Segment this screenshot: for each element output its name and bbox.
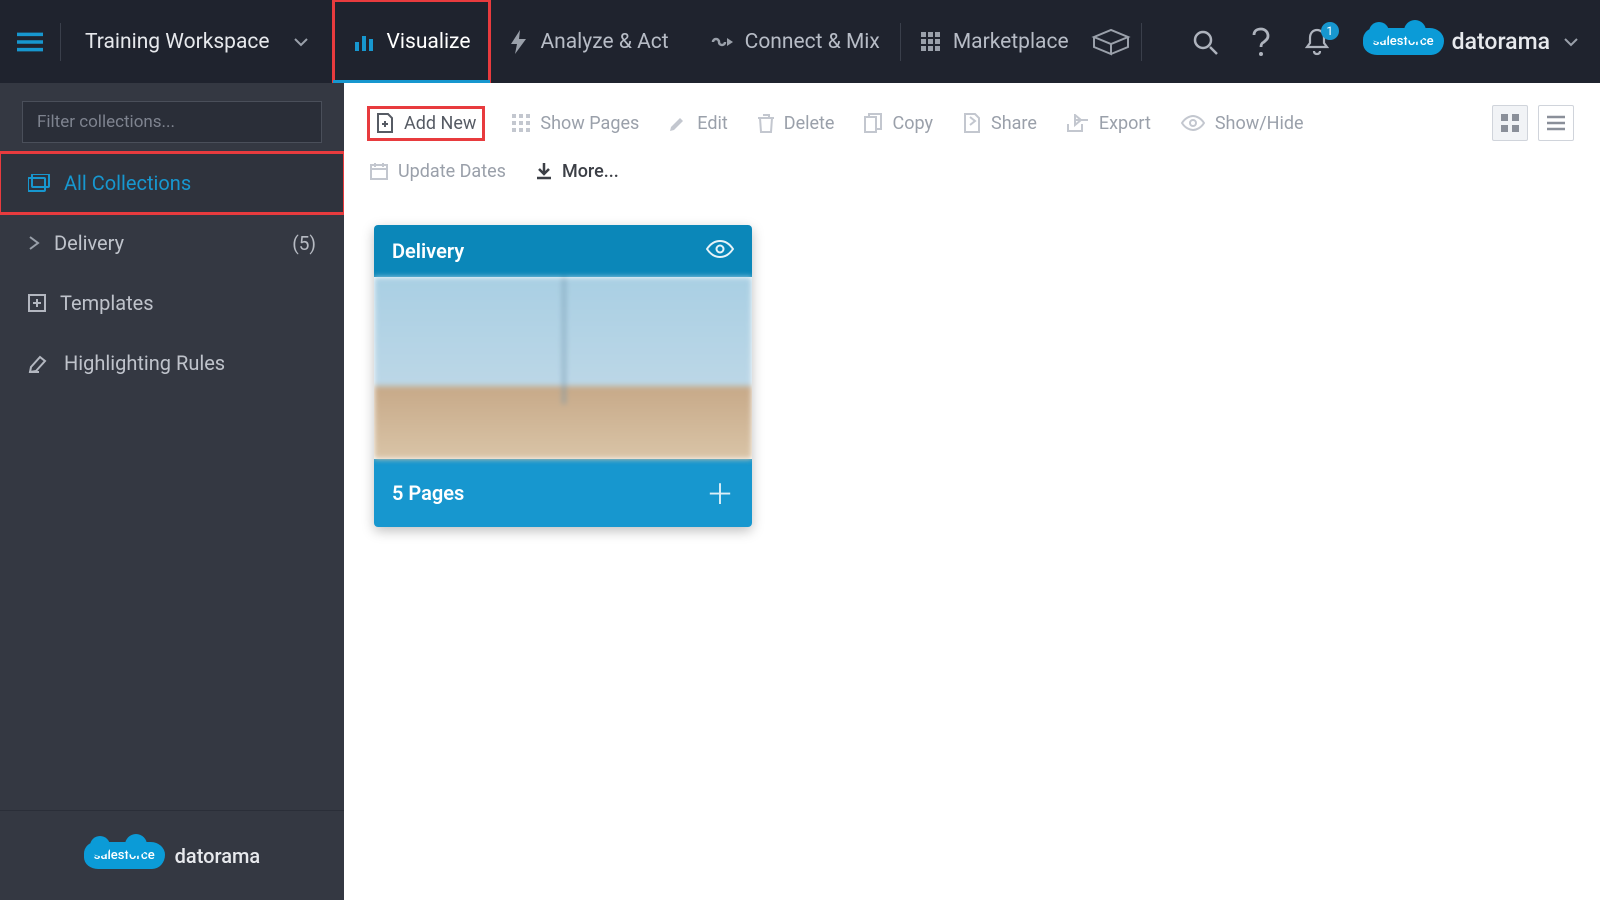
toolbar-share[interactable]: Share: [963, 113, 1037, 134]
card-thumbnail: [374, 277, 752, 459]
salesforce-logo: salesforce: [84, 842, 165, 869]
workspace-selector[interactable]: Training Workspace: [61, 30, 332, 54]
toolbar: Add New Show Pages Edit Delete Copy Shar…: [344, 83, 1600, 195]
toolbar-label: More...: [562, 161, 619, 182]
salesforce-logo: salesforce: [1363, 28, 1444, 55]
chevron-down-icon: [1564, 37, 1578, 47]
chevron-down-icon: [294, 37, 308, 47]
sidebar-item-label: All Collections: [64, 171, 191, 195]
sidebar: All Collections Delivery (5) Templates H…: [0, 83, 344, 900]
eye-icon: [1181, 115, 1205, 131]
box-icon-button[interactable]: [1093, 24, 1129, 60]
lightning-icon: [510, 30, 528, 54]
brand-area[interactable]: salesforce datorama: [1355, 28, 1600, 55]
toolbar-label: Delete: [784, 113, 835, 134]
brand-name: datorama: [175, 844, 261, 868]
bar-chart-icon: [353, 31, 375, 53]
hamburger-menu-button[interactable]: [0, 0, 60, 83]
toolbar-label: Copy: [892, 113, 933, 134]
topbar-utility-icons: 1: [1167, 24, 1355, 60]
toolbar-more[interactable]: More...: [536, 161, 619, 182]
connect-icon: [709, 32, 733, 52]
calendar-icon: [370, 162, 388, 180]
collection-card-delivery[interactable]: Delivery 5 Pages ＋: [374, 225, 752, 527]
visibility-icon[interactable]: [706, 239, 734, 263]
sidebar-highlighting[interactable]: Highlighting Rules: [0, 333, 344, 393]
workspace-name: Training Workspace: [85, 30, 270, 54]
toolbar-label: Update Dates: [398, 161, 506, 182]
nav-label: Visualize: [387, 30, 471, 54]
package-icon: [1091, 28, 1131, 56]
toolbar-copy[interactable]: Copy: [864, 113, 933, 134]
notifications-button[interactable]: 1: [1299, 24, 1335, 60]
toolbar-label: Edit: [697, 113, 727, 134]
card-footer: 5 Pages ＋: [374, 459, 752, 527]
sidebar-templates[interactable]: Templates: [0, 273, 344, 333]
divider: [1141, 23, 1142, 61]
grid-view-icon: [1501, 114, 1519, 132]
toolbar-edit[interactable]: Edit: [669, 113, 727, 134]
search-button[interactable]: [1187, 24, 1223, 60]
cards-area: Delivery 5 Pages ＋: [344, 195, 1600, 557]
toolbar-label: Share: [991, 113, 1037, 134]
nav-label: Analyze & Act: [540, 30, 668, 54]
toolbar-label: Show/Hide: [1215, 113, 1304, 134]
export-icon: [1067, 114, 1089, 132]
sidebar-item-label: Delivery: [54, 231, 124, 255]
list-view-icon: [1547, 114, 1565, 132]
sidebar-footer-brand: salesforce datorama: [0, 810, 344, 900]
toolbar-show-pages[interactable]: Show Pages: [512, 113, 639, 134]
toolbar-delete[interactable]: Delete: [758, 113, 835, 134]
pencil-icon: [669, 114, 687, 132]
topbar: Training Workspace Visualize Analyze & A…: [0, 0, 1600, 83]
view-list-button[interactable]: [1538, 105, 1574, 141]
sidebar-item-label: Highlighting Rules: [64, 351, 225, 375]
notification-badge: 1: [1321, 22, 1339, 40]
sidebar-item-label: Templates: [60, 291, 154, 315]
nav-visualize[interactable]: Visualize: [333, 0, 491, 83]
sidebar-item-count: (5): [292, 232, 316, 255]
help-button[interactable]: [1243, 24, 1279, 60]
toolbar-add-new[interactable]: Add New: [370, 109, 482, 138]
card-header: Delivery: [374, 225, 752, 277]
grid-icon: [512, 114, 530, 132]
toolbar-label: Add New: [404, 113, 476, 134]
download-icon: [536, 162, 552, 180]
trash-icon: [758, 113, 774, 133]
nav-label: Marketplace: [953, 30, 1069, 54]
help-icon: [1249, 27, 1273, 57]
sidebar-all-collections[interactable]: All Collections: [0, 153, 344, 213]
nav-connect[interactable]: Connect & Mix: [689, 0, 900, 83]
toolbar-export[interactable]: Export: [1067, 113, 1151, 134]
add-file-icon: [376, 113, 394, 133]
view-toggle: [1492, 105, 1574, 141]
sidebar-delivery[interactable]: Delivery (5): [0, 213, 344, 273]
card-title: Delivery: [392, 239, 464, 263]
card-add-button[interactable]: ＋: [706, 473, 734, 513]
plus-box-icon: [28, 294, 46, 312]
card-pages-count: 5 Pages: [392, 481, 464, 505]
toolbar-update-dates[interactable]: Update Dates: [370, 161, 506, 182]
nav-marketplace[interactable]: Marketplace: [901, 0, 1089, 83]
filter-collections-input[interactable]: [22, 101, 322, 143]
main-nav: Visualize Analyze & Act Connect & Mix Ma…: [333, 0, 1089, 83]
collections-icon: [28, 174, 50, 192]
chevron-right-icon: [28, 236, 40, 250]
brand-name: datorama: [1452, 28, 1550, 55]
share-icon: [963, 113, 981, 133]
toolbar-label: Export: [1099, 113, 1151, 134]
highlighter-icon: [28, 353, 50, 373]
nav-label: Connect & Mix: [745, 30, 880, 54]
toolbar-label: Show Pages: [540, 113, 639, 134]
grid-icon: [921, 32, 941, 52]
nav-analyze[interactable]: Analyze & Act: [490, 0, 688, 83]
toolbar-show-hide[interactable]: Show/Hide: [1181, 113, 1304, 134]
search-icon: [1192, 29, 1218, 55]
hamburger-icon: [17, 32, 43, 52]
main-content: Add New Show Pages Edit Delete Copy Shar…: [344, 83, 1600, 900]
view-grid-button[interactable]: [1492, 105, 1528, 141]
copy-icon: [864, 113, 882, 133]
